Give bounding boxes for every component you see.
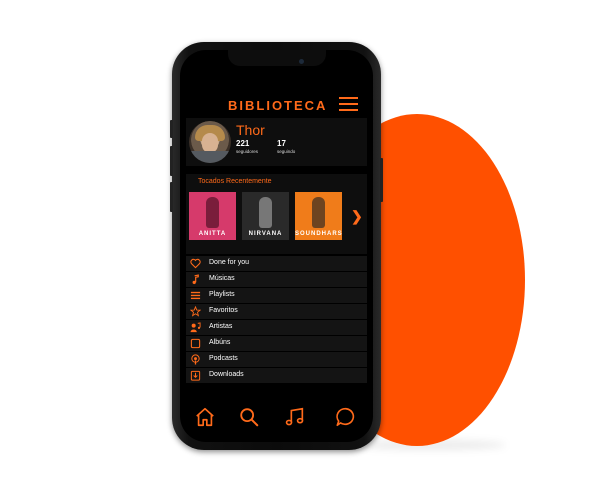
following-label: seguindo xyxy=(277,149,296,154)
menu-item-favoritos[interactable]: Favoritos xyxy=(186,304,367,319)
hamburger-icon xyxy=(339,97,358,99)
stage: BIBLIOTECA Thor 221 seguidores 17 seguin… xyxy=(0,0,589,488)
artist-figure xyxy=(259,197,272,228)
tile-label: ANITTA xyxy=(198,231,227,237)
following-stat[interactable]: 17 seguindo xyxy=(277,139,295,154)
chat-icon[interactable] xyxy=(335,406,357,428)
search-icon[interactable] xyxy=(238,406,260,428)
artist-figure xyxy=(312,197,325,228)
profile-card[interactable]: Thor 221 seguidores 17 seguindo xyxy=(186,118,367,166)
menu-item-label: Downloads xyxy=(209,371,244,378)
album-icon xyxy=(190,338,201,349)
avatar-face xyxy=(202,133,218,153)
phone-volume-up xyxy=(170,146,173,176)
menu-item-musicas[interactable]: Músicas xyxy=(186,272,367,287)
heart-icon xyxy=(190,258,201,269)
chevron-right-icon[interactable]: ❯ xyxy=(351,208,363,225)
menu-item-label: Favoritos xyxy=(209,307,238,314)
tile-label: NIRVANA xyxy=(248,231,283,237)
menu-item-label: Done for you xyxy=(209,259,250,266)
followers-label: seguidores xyxy=(236,149,259,154)
artist-icon xyxy=(190,322,201,333)
menu-item-label: Artistas xyxy=(209,323,233,330)
tile-label: SOUNDHARS xyxy=(295,231,342,237)
phone-volume-down xyxy=(170,182,173,212)
artist-figure xyxy=(206,197,219,228)
star-icon xyxy=(190,306,201,317)
following-count: 17 xyxy=(277,139,286,148)
recent-tile-nirvana[interactable]: NIRVANA xyxy=(242,192,289,240)
phone-power-button xyxy=(380,158,383,202)
phone-screen: BIBLIOTECA Thor 221 seguidores 17 seguin… xyxy=(180,50,373,442)
app-title: BIBLIOTECA xyxy=(228,98,328,113)
music-note-icon xyxy=(192,274,199,285)
followers-stat[interactable]: 221 seguidores xyxy=(236,139,258,154)
recently-played-section: Tocados Recentemente ANITTA NIRVANA SOUN… xyxy=(186,174,367,254)
library-menu: Done for you Músicas Playlists Favoritos… xyxy=(186,256,367,384)
menu-item-label: Albúns xyxy=(209,339,231,346)
menu-item-podcasts[interactable]: Podcasts xyxy=(186,352,367,367)
menu-item-label: Podcasts xyxy=(209,355,238,362)
download-icon xyxy=(190,370,201,381)
menu-item-label: Músicas xyxy=(209,275,235,282)
hamburger-menu-button[interactable] xyxy=(339,97,358,111)
podcast-icon xyxy=(191,354,200,365)
phone-side-button xyxy=(170,120,173,138)
menu-item-label: Playlists xyxy=(209,291,235,298)
menu-item-albuns[interactable]: Albúns xyxy=(186,336,367,351)
playlist-icon xyxy=(190,291,201,300)
profile-name: Thor xyxy=(236,122,265,138)
hamburger-icon xyxy=(339,109,358,111)
notch xyxy=(227,50,326,66)
home-icon[interactable] xyxy=(194,406,216,428)
avatar[interactable] xyxy=(189,121,231,163)
recent-tile-anitta[interactable]: ANITTA xyxy=(189,192,236,240)
camera-icon xyxy=(299,59,304,64)
music-icon[interactable] xyxy=(284,406,306,428)
hamburger-icon xyxy=(339,103,358,105)
recently-played-title: Tocados Recentemente xyxy=(198,178,272,185)
recent-tile-soundhars[interactable]: SOUNDHARS xyxy=(295,192,342,240)
menu-item-artistas[interactable]: Artistas xyxy=(186,320,367,335)
menu-item-done-for-you[interactable]: Done for you xyxy=(186,256,367,271)
followers-count: 221 xyxy=(236,139,250,148)
menu-item-downloads[interactable]: Downloads xyxy=(186,368,367,383)
avatar-armor xyxy=(189,151,231,163)
phone-mockup: BIBLIOTECA Thor 221 seguidores 17 seguin… xyxy=(170,42,383,450)
menu-item-playlists[interactable]: Playlists xyxy=(186,288,367,303)
bottom-nav xyxy=(180,398,373,442)
